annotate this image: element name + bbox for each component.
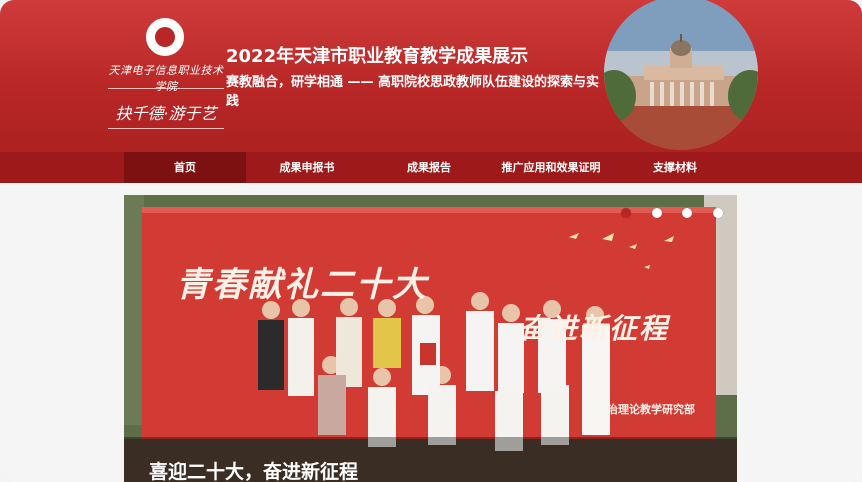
logo-divider (108, 88, 224, 89)
carousel-dots (621, 208, 723, 218)
carousel-dot-2[interactable] (652, 208, 662, 218)
slide-caption[interactable]: 喜迎二十大，奋进新征程 (149, 457, 358, 482)
page-title: 2022年天津市职业教育教学成果展示 (226, 46, 529, 67)
school-emblem-icon (146, 18, 184, 56)
school-logo[interactable]: 天津电子信息职业技术学院 抉千德·游于艺 (108, 18, 224, 138)
nav-item-home[interactable]: 首页 (124, 152, 246, 183)
nav-item-promotion[interactable]: 推广应用和效果证明 (490, 152, 612, 183)
carousel-dot-4[interactable] (713, 208, 723, 218)
campus-building-illustration (604, 0, 758, 150)
page-frame: 天津电子信息职业技术学院 抉千德·游于艺 2022年天津市职业教育教学成果展示 … (0, 0, 862, 482)
nav-item-application[interactable]: 成果申报书 (246, 152, 368, 183)
campus-building-photo (604, 0, 758, 150)
nav-item-report[interactable]: 成果报告 (368, 152, 490, 183)
school-name: 天津电子信息职业技术学院 (108, 64, 224, 93)
banner-slogan-right: 奋进新征程 (519, 312, 670, 345)
nav-item-materials[interactable]: 支撑材料 (614, 152, 736, 183)
school-motto: 抉千德·游于艺 (108, 100, 224, 129)
banner-slogan-main: 青春献礼二十大 (176, 265, 428, 305)
page-subtitle: 赛教融合，研学相通 —— 高职院校思政教师队伍建设的探索与实践 (226, 75, 600, 109)
site-header: 天津电子信息职业技术学院 抉千德·游于艺 2022年天津市职业教育教学成果展示 … (0, 0, 862, 152)
banner-slogan-small: 治理论教学研究部 (607, 403, 695, 416)
carousel-dot-1[interactable] (621, 208, 631, 218)
main-nav: 首页 成果申报书 成果报告 推广应用和效果证明 支撑材料 (0, 152, 862, 183)
carousel-dot-3[interactable] (682, 208, 692, 218)
banner-carousel[interactable]: 青春献礼二十大 奋进新征程 治理论教学研究部 喜迎二十大，奋进新征程 (124, 195, 737, 482)
